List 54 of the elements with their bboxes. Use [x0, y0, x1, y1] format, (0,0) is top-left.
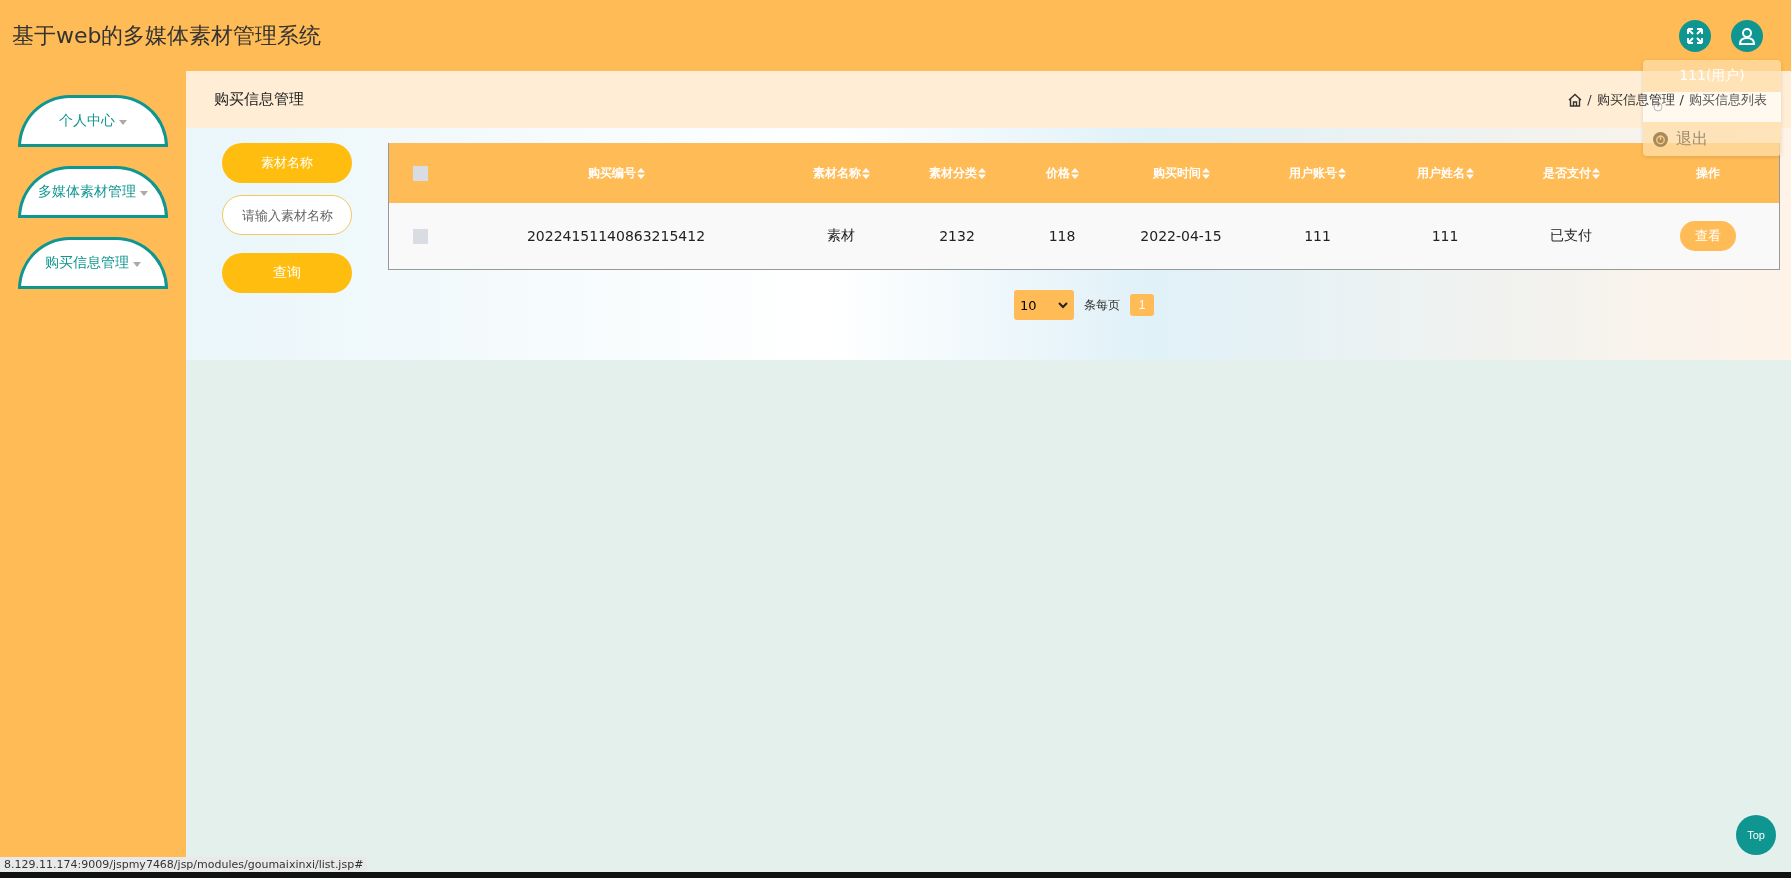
home-icon[interactable]: [1568, 92, 1583, 107]
user-icon[interactable]: [1731, 19, 1763, 52]
column-header[interactable]: 素材分类: [928, 164, 986, 182]
column-header[interactable]: 购买时间: [1152, 164, 1210, 182]
table-cell: 2022-04-15: [1140, 228, 1222, 244]
sort-icon[interactable]: [977, 167, 986, 179]
search-button[interactable]: 查询: [222, 253, 352, 293]
table-cell: 111: [1304, 228, 1331, 244]
view-button[interactable]: 查看: [1679, 221, 1736, 251]
sidebar-item[interactable]: 购买信息管理: [18, 237, 168, 289]
breadcrumb-item: 购买信息列表: [1689, 90, 1767, 109]
table-cell: 已支付: [1550, 227, 1592, 245]
column-header[interactable]: 购买编号: [587, 164, 645, 182]
logout-menu-item[interactable]: 退出: [1676, 128, 1708, 150]
user-name: 111(用户): [1679, 67, 1745, 85]
column-header[interactable]: 素材名称: [812, 164, 870, 182]
page-button[interactable]: 1: [1130, 294, 1154, 316]
row-checkbox[interactable]: [412, 228, 428, 244]
column-header[interactable]: 是否支付: [1542, 164, 1600, 182]
sort-icon[interactable]: [861, 167, 870, 179]
breadcrumb-separator: /: [1587, 92, 1592, 107]
sort-icon[interactable]: [1591, 167, 1600, 179]
select-all-checkbox[interactable]: [412, 165, 428, 181]
power-icon[interactable]: [1653, 131, 1668, 147]
search-label: 素材名称: [222, 143, 352, 183]
chevron-down-icon: [1058, 301, 1068, 309]
column-header[interactable]: 用户姓名: [1416, 164, 1474, 182]
caret-icon: [140, 191, 149, 196]
status-bar-url: 8.129.11.174:9009/jspmy7468/jsp/modules/goumaixinxi/list.jsp#: [0, 857, 368, 872]
app-title: 基于web的多媒体素材管理系统: [12, 21, 322, 50]
sort-icon[interactable]: [1465, 167, 1474, 179]
page-title: 购买信息管理: [214, 90, 304, 109]
breadcrumb-separator: /: [1679, 92, 1684, 107]
breadcrumb-item[interactable]: 购买信息管理: [1596, 90, 1675, 109]
sidebar-item[interactable]: 多媒体素材管理: [18, 166, 168, 218]
table-cell: 素材: [827, 227, 855, 245]
table-cell: 2132: [939, 228, 975, 244]
table-cell: 111: [1431, 228, 1459, 244]
fullscreen-icon[interactable]: [1679, 19, 1711, 52]
column-header[interactable]: 价格: [1045, 164, 1079, 182]
table-cell: 20224151140863215412: [526, 228, 706, 244]
caret-icon: [119, 120, 128, 125]
column-header[interactable]: 用户账号: [1289, 164, 1346, 182]
table-cell: 118: [1048, 228, 1076, 244]
page-size-select[interactable]: 10: [1014, 290, 1074, 320]
caret-icon: [133, 262, 142, 267]
per-page-label: 条每页: [1084, 296, 1120, 314]
sidebar-item[interactable]: 个人中心: [18, 95, 168, 147]
sort-icon[interactable]: [1338, 167, 1346, 179]
sort-icon[interactable]: [636, 167, 645, 179]
sort-icon[interactable]: [1070, 167, 1079, 179]
column-header: 操作: [1695, 164, 1720, 182]
sort-icon[interactable]: [1201, 167, 1210, 179]
search-field[interactable]: 请输入素材名称: [222, 195, 352, 235]
